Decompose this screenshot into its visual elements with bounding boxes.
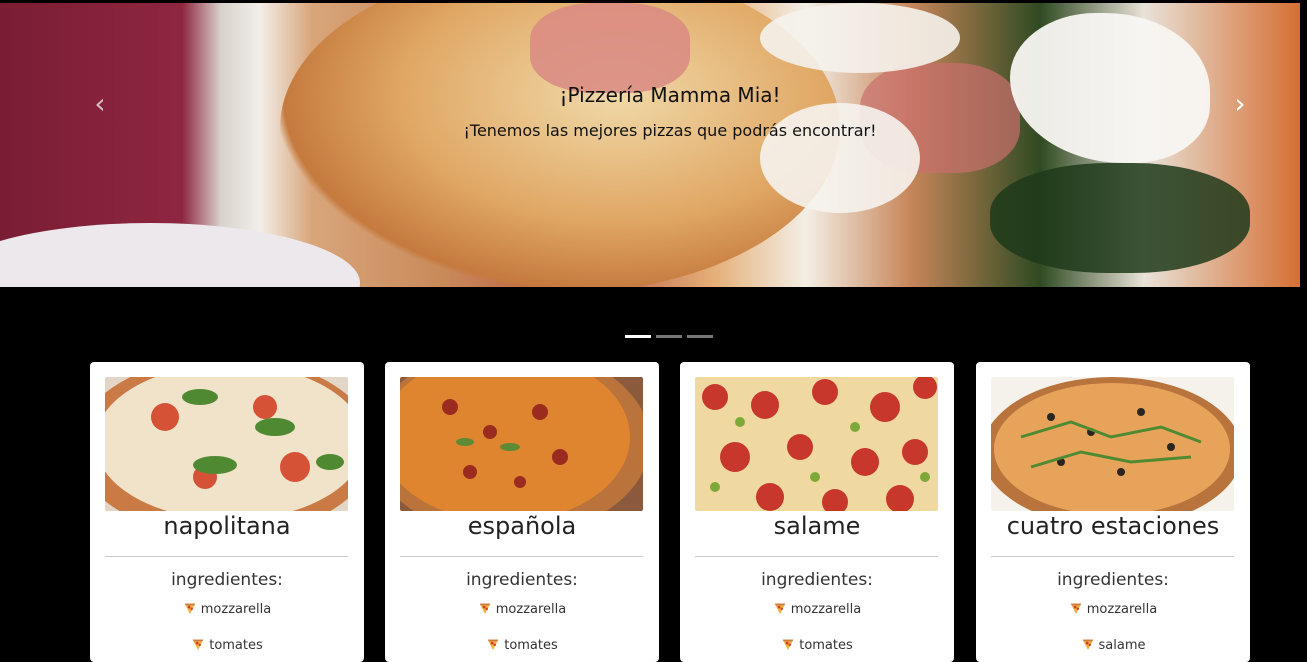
cheese-image-3 [760, 3, 960, 73]
ingredient-item: mozzarella [385, 601, 659, 617]
ingredient-item: tomates [90, 637, 364, 653]
ingredients-heading: ingredientes: [1057, 570, 1169, 590]
ingredients-heading: ingredientes: [761, 570, 873, 590]
cheese-image-2 [760, 103, 920, 213]
ingredient-item: tomates [680, 637, 954, 653]
ingredient-item: tomates [385, 637, 659, 653]
carousel-indicators [625, 335, 713, 338]
spinach-image [990, 163, 1250, 273]
ham-image [530, 3, 690, 93]
pizza-name: española [467, 512, 577, 540]
carousel-subtitle: ¡Tenemos las mejores pizzas que podrás e… [463, 121, 877, 140]
pizza-slice-icon [184, 603, 195, 615]
pizza-slice-icon [1070, 603, 1081, 615]
pizza-image [991, 377, 1234, 511]
divider [400, 556, 643, 557]
pizza-slice-icon [479, 603, 490, 615]
ingredient-label: mozzarella [1086, 602, 1158, 617]
ingredient-item: mozzarella [680, 601, 954, 617]
pizza-name: salame [773, 512, 861, 540]
divider [695, 556, 938, 557]
divider [991, 556, 1234, 557]
pizza-card-cuatro-estaciones: cuatro estaciones ingredientes: mozzarel… [976, 362, 1250, 662]
ingredient-label: salame [1098, 638, 1146, 653]
pizza-card-espanola: española ingredientes: mozzarella tomate… [385, 362, 659, 662]
ingredient-item: mozzarella [90, 601, 364, 617]
divider [105, 556, 348, 557]
carousel-indicator-3[interactable] [687, 335, 713, 338]
pizza-slice-icon [487, 639, 499, 651]
pizza-card-napolitana: napolitana ingredientes: mozzarella toma… [90, 362, 364, 662]
ingredient-label: mozzarella [790, 602, 862, 617]
pizza-image [105, 377, 348, 511]
pizza-slice-icon [192, 639, 204, 651]
pizza-image [400, 377, 643, 511]
hero-carousel: ¡Pizzería Mamma Mia! ¡Tenemos las mejore… [0, 3, 1300, 287]
carousel-title: ¡Pizzería Mamma Mia! [559, 83, 781, 107]
pizza-slice-icon [782, 639, 794, 651]
pizza-image [695, 377, 938, 511]
chevron-left-icon[interactable]: ‹ [88, 89, 112, 119]
chevron-right-icon[interactable]: › [1228, 89, 1252, 119]
carousel-indicator-2[interactable] [656, 335, 682, 338]
ingredient-label: mozzarella [495, 602, 567, 617]
pizza-slice-icon [774, 603, 785, 615]
pizza-name: napolitana [163, 512, 291, 540]
ingredient-item: mozzarella [976, 601, 1250, 617]
ingredient-label: mozzarella [200, 602, 272, 617]
plate-image [0, 223, 360, 287]
ingredient-item: salame [976, 637, 1250, 653]
pizza-slice-icon [1082, 639, 1093, 651]
ingredient-label: tomates [209, 638, 263, 653]
ingredients-heading: ingredientes: [466, 570, 578, 590]
ingredient-label: tomates [504, 638, 558, 653]
carousel-indicator-1[interactable] [625, 335, 651, 338]
pizza-name: cuatro estaciones [1006, 512, 1220, 540]
pizza-card-salame: salame ingredientes: mozzarella tomates [680, 362, 954, 662]
ingredients-heading: ingredientes: [171, 570, 283, 590]
ingredient-label: tomates [799, 638, 853, 653]
